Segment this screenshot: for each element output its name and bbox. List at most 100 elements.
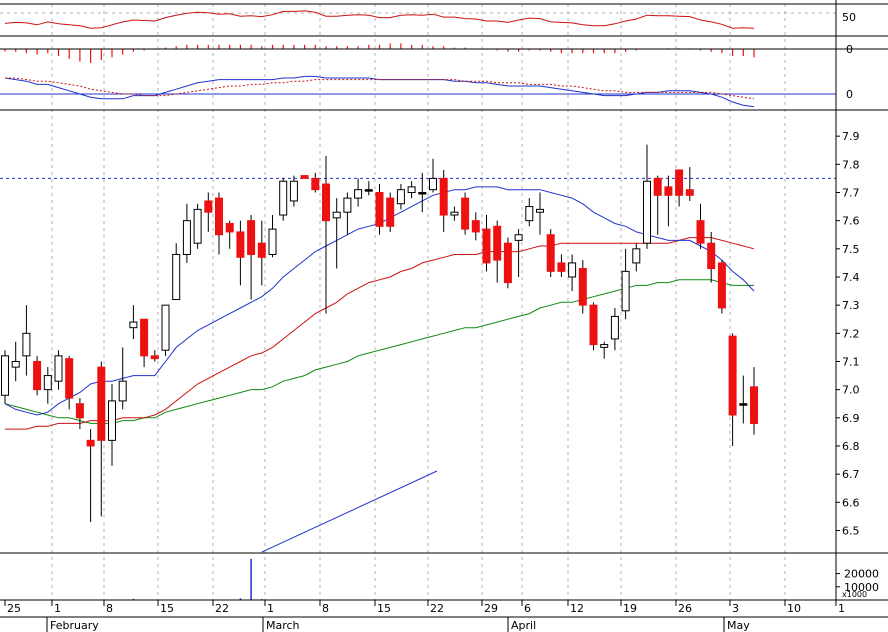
price-tick-label: 7.8 [842, 158, 860, 171]
date-tick-label: 29 [484, 602, 498, 615]
price-tick-label: 7.6 [842, 215, 860, 228]
candle-body [332, 211, 341, 219]
price-tick-label: 6.5 [842, 524, 860, 537]
candle-body [268, 228, 277, 255]
candle-body [600, 344, 609, 348]
candle-body [621, 270, 630, 312]
candle-body [11, 360, 20, 368]
month-label: April [511, 619, 536, 632]
candle-body [204, 200, 213, 213]
candle-body [354, 189, 363, 199]
candle-body [557, 262, 566, 272]
candle-body [140, 318, 149, 357]
candle-body [375, 191, 384, 227]
price-tick-label: 7.1 [842, 355, 860, 368]
price-tick-label: 7.5 [842, 243, 860, 256]
candle-body [150, 355, 159, 360]
candle-body [43, 375, 52, 391]
macd-tick-label: 0 [846, 88, 853, 101]
date-tick-label: 1 [267, 602, 274, 615]
candle-body [289, 180, 298, 202]
candle-body [129, 321, 138, 329]
candle-body [343, 197, 352, 213]
candle-body [707, 242, 716, 270]
candle-body [182, 220, 191, 255]
candle-body [685, 189, 694, 196]
date-tick-label: 25 [7, 602, 21, 615]
candle-body [536, 208, 544, 213]
candle-body [750, 386, 758, 424]
candle-body [257, 242, 266, 258]
date-tick-label: 1 [838, 602, 845, 615]
candle-body [461, 197, 470, 230]
candle-body [664, 186, 673, 196]
price-tick-label: 6.9 [842, 412, 860, 425]
date-tick-label: 3 [732, 602, 739, 615]
candle-body [739, 403, 748, 406]
candle-body [322, 183, 330, 222]
date-tick-label: 22 [430, 602, 444, 615]
candle-body [215, 197, 223, 236]
candle-body [589, 304, 598, 346]
candle-body [429, 177, 437, 191]
candle-body [514, 234, 523, 241]
price-tick-label: 7.9 [842, 130, 860, 143]
date-tick-label: 1 [54, 602, 61, 615]
candle-body [279, 180, 288, 216]
price-tick-label: 7.0 [842, 384, 860, 397]
price-tick-label: 6.6 [842, 496, 860, 509]
candle-body [525, 206, 534, 222]
candle-body [493, 225, 502, 261]
candle-body [578, 268, 587, 306]
candle-body [696, 220, 705, 244]
date-tick-label: 8 [322, 602, 329, 615]
date-tick-label: 15 [160, 602, 174, 615]
date-tick-label: 12 [570, 602, 584, 615]
candle-body [407, 186, 416, 193]
candle-body [33, 360, 42, 391]
candle-body [54, 355, 63, 382]
candle-body [503, 242, 512, 284]
date-tick-label: 26 [678, 602, 692, 615]
month-label: February [50, 619, 99, 632]
candle-body [300, 175, 309, 179]
volume-tick-label: 20000 [844, 568, 879, 581]
candle-body [86, 439, 95, 447]
candle-body [75, 403, 84, 419]
candle-body [396, 189, 405, 205]
candle-body [364, 189, 373, 192]
candle-body [386, 197, 395, 227]
price-tick-label: 7.4 [842, 271, 860, 284]
candle-body [172, 253, 181, 301]
price-tick-label: 6.8 [842, 440, 860, 453]
price-tick-label: 7.3 [842, 299, 860, 312]
candle-body [546, 234, 555, 272]
candle-body [1, 355, 9, 396]
candle-body [643, 180, 651, 244]
candle-body [482, 228, 491, 264]
candle-body [225, 222, 234, 233]
price-tick-label: 7.2 [842, 327, 860, 340]
price-tick-label: 6.7 [842, 468, 860, 481]
date-tick-label: 8 [106, 602, 113, 615]
month-label: March [266, 619, 300, 632]
candle-body [610, 315, 619, 340]
rsi-tick-label: 50 [842, 11, 856, 24]
candle-body [22, 332, 31, 357]
candle-body [471, 220, 480, 233]
candle-body [675, 169, 684, 196]
candle-body [653, 177, 662, 196]
candle-body [97, 366, 106, 441]
date-tick-label: 15 [377, 602, 391, 615]
candle-body [65, 358, 74, 399]
candle-body [118, 380, 127, 402]
candle-body [418, 191, 427, 195]
volume-multiplier-label: x1000 [842, 590, 867, 599]
stock-chart: 50 0 0 6.56.66.76.86.97.07.17.27.37.47.5… [0, 0, 888, 632]
candle-body [247, 220, 256, 255]
candle-body [108, 400, 116, 441]
candle-body [439, 177, 448, 216]
date-tick-label: 22 [215, 602, 229, 615]
price-tick-label: 7.7 [842, 186, 860, 199]
candle-body [717, 262, 726, 309]
